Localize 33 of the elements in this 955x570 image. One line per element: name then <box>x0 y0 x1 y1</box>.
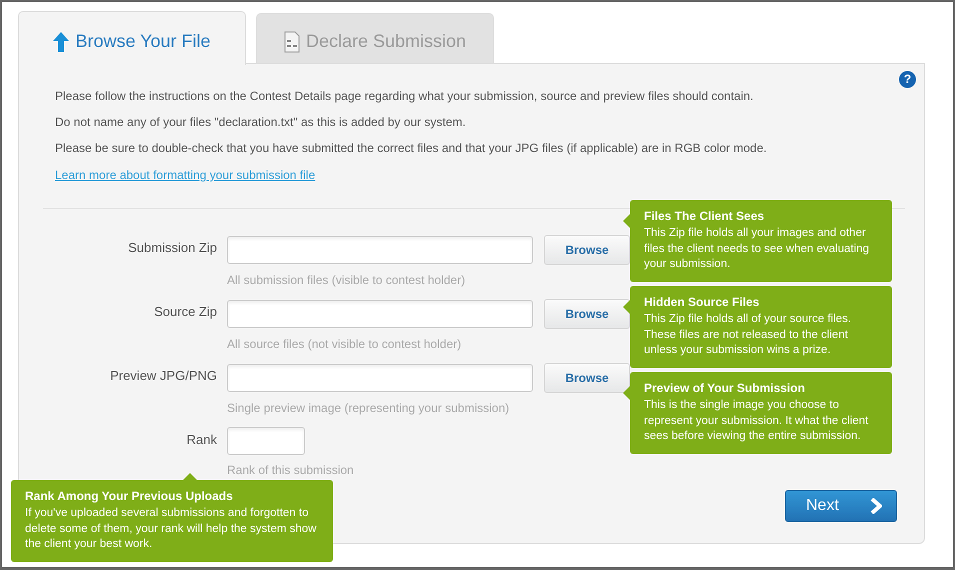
instruction-text: Please follow the instructions on the Contest Details page regarding what your submission, source and preview files should contain. <box>55 88 754 104</box>
tooltip-text: If you've uploaded several submissions and forgotten to delete some of them, your rank will help the system show the client your best work. <box>25 506 318 552</box>
field-label: Source Zip <box>153 303 217 319</box>
document-icon <box>284 30 300 52</box>
field-label: Rank <box>186 431 217 447</box>
input-field[interactable] <box>227 300 533 328</box>
field-hint: Rank of this submission <box>227 463 354 477</box>
instruction-text: Do not name any of your files "declaration.txt" as this is added by our system. <box>55 114 467 130</box>
tooltip-title: Rank Among Your Previous Uploads <box>25 489 234 503</box>
tooltip-text: This Zip file holds all your images and other files the client needs to see when evaluating your submission. <box>644 226 870 272</box>
tooltip-title: Preview of Your Submission <box>644 381 806 395</box>
up-arrow-icon <box>53 32 70 52</box>
help-icon[interactable]: ? <box>899 71 916 88</box>
tooltip-title: Files The Client Sees <box>644 209 766 223</box>
browse-button[interactable]: Browse <box>544 235 630 265</box>
field-hint: All source files (not visible to contest holder) <box>227 337 462 351</box>
input-field[interactable] <box>227 364 533 392</box>
tooltip-title: Hidden Source Files <box>644 295 760 309</box>
browse-button[interactable]: Browse <box>544 363 630 393</box>
tooltip-text: This is the single image you choose to represent your submission. It what the client sees before viewing the entire submission. <box>644 398 870 444</box>
input-field[interactable] <box>227 236 533 264</box>
instruction-text: Please be sure to double-check that you have submitted the correct files and that your JPG files (if applicable) are in RGB color mode. <box>55 140 768 156</box>
field-label: Preview JPG/PNG <box>109 367 217 383</box>
next-button[interactable]: Next <box>785 490 897 522</box>
field-hint: All submission files (visible to contest holder) <box>227 273 466 287</box>
tooltip-text: This Zip file holds all of your source files. These files are not released to the client unless your submission wins a prize. <box>644 312 852 358</box>
field-hint: Single preview image (representing your submission) <box>227 401 510 415</box>
tab[interactable]: Browse Your File <box>18 11 246 65</box>
learn-more-link[interactable]: Learn more about formatting your submission file <box>55 168 316 182</box>
field-label: Submission Zip <box>127 239 217 255</box>
browse-button[interactable]: Browse <box>544 299 630 329</box>
input-field[interactable] <box>227 427 305 455</box>
chevron-icon <box>870 498 882 514</box>
